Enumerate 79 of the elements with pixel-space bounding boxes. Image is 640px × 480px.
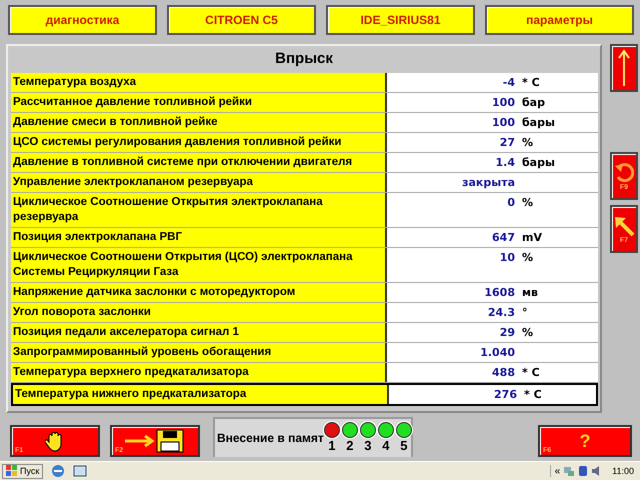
parameter-value: 10 bbox=[498, 250, 515, 265]
parameter-label: Рассчитанное давление топливной рейки bbox=[11, 93, 387, 112]
expand-tray-button[interactable]: « bbox=[554, 466, 560, 476]
parameter-unit: мв bbox=[522, 285, 538, 300]
parameter-label: ЦСО системы регулирования давления топливной рейки bbox=[11, 133, 387, 152]
scroll-up-button[interactable] bbox=[610, 44, 638, 92]
parameter-unit: mV bbox=[522, 230, 542, 245]
parameter-row[interactable]: Температура воздуха -4 * C bbox=[11, 73, 598, 93]
desktop-icon[interactable] bbox=[73, 464, 88, 478]
parameter-label: Позиция электроклапана РВГ bbox=[11, 228, 387, 247]
header-tab[interactable]: CITROEN C5 bbox=[167, 5, 316, 35]
parameter-label: Позиция педали акселератора сигнал 1 bbox=[11, 323, 387, 342]
parameter-value: 1.4 bbox=[494, 155, 515, 170]
parameter-value: -4 bbox=[502, 75, 515, 90]
parameter-unit: % bbox=[522, 250, 534, 265]
parameter-unit: бар bbox=[522, 95, 545, 110]
parameter-label: Напряжение датчика заслонки с моторедуктором bbox=[11, 283, 387, 302]
diagonal-arrow-icon bbox=[613, 214, 635, 236]
parameter-label: Угол поворота заслонки bbox=[11, 303, 387, 322]
parameter-unit: бары bbox=[522, 155, 555, 170]
parameter-value: 24.3 bbox=[486, 305, 515, 320]
parameter-row[interactable]: Управление электроклапаном резервуара закрыта bbox=[11, 173, 598, 193]
parameter-row[interactable]: Температура нижнего предкатализатора 276 * C bbox=[11, 383, 598, 406]
parameter-value: 276 bbox=[493, 387, 517, 402]
parameter-value: 0 bbox=[506, 195, 515, 210]
drive-icon[interactable] bbox=[578, 465, 588, 477]
clock: 11:00 bbox=[612, 466, 634, 476]
parameter-row[interactable]: Запрограммированный уровень обогащения 1.040 bbox=[11, 343, 598, 363]
slot-number: 5 bbox=[400, 438, 408, 454]
parameter-value: 100 bbox=[491, 115, 515, 130]
parameter-value: 27 bbox=[498, 135, 515, 150]
parameter-value: 488 bbox=[491, 365, 515, 380]
header-tab[interactable]: параметры bbox=[485, 5, 634, 35]
parameter-unit: % bbox=[522, 135, 534, 150]
parameter-row[interactable]: ЦСО системы регулирования давления топливной рейки 27 % bbox=[11, 133, 598, 153]
parameter-row[interactable]: Циклическое Соотношение Открытия электроклапана резервуара 0 % bbox=[11, 193, 598, 228]
parameter-row[interactable]: Рассчитанное давление топливной рейки 100 бар bbox=[11, 93, 598, 113]
parameter-label: Давление в топливной системе при отключении двигателя bbox=[11, 153, 387, 172]
parameter-row[interactable]: Угол поворота заслонки 24.3 ° bbox=[11, 303, 598, 323]
parameter-value: 647 bbox=[491, 230, 515, 245]
parameter-label: Управление электроклапаном резервуара bbox=[11, 173, 387, 192]
slot-number: 1 bbox=[328, 438, 336, 454]
parameter-row[interactable]: Температура верхнего предкатализатора 488 * C bbox=[11, 363, 598, 383]
parameter-label: Температура воздуха bbox=[11, 73, 387, 92]
slot-number: 3 bbox=[364, 438, 372, 454]
slot-number: 2 bbox=[346, 438, 354, 454]
parameter-unit: % bbox=[522, 195, 534, 210]
parameter-unit: * C bbox=[522, 365, 540, 380]
parameter-value: закрыта bbox=[461, 175, 515, 190]
parameter-unit: * C bbox=[524, 387, 542, 402]
start-button[interactable]: Пуск bbox=[2, 464, 44, 478]
parameter-row[interactable]: Напряжение датчика заслонки с моторедуктором 1608 мв bbox=[11, 283, 598, 303]
parameter-row[interactable]: Позиция педали акселератора сигнал 1 29 % bbox=[11, 323, 598, 343]
parameter-label: Давление смеси в топливной рейке bbox=[11, 113, 387, 132]
return-arrow-icon bbox=[614, 162, 634, 184]
parameter-unit: ° bbox=[522, 305, 528, 320]
parameter-label: Запрограммированный уровень обогащения bbox=[11, 343, 387, 362]
parameter-unit: бары bbox=[522, 115, 555, 130]
slot-number: 4 bbox=[382, 438, 390, 454]
parameter-label: Циклическое Соотношение Открытия электроклапана резервуара bbox=[11, 193, 387, 227]
parameter-value: 29 bbox=[498, 325, 515, 340]
parameter-value: 1608 bbox=[483, 285, 515, 300]
header-tab[interactable]: IDE_SIRIUS81 bbox=[326, 5, 475, 35]
panel-title: Впрыск bbox=[274, 49, 334, 69]
parameter-value: 100 bbox=[491, 95, 515, 110]
parameter-row[interactable]: Циклическое Соотношени Открытия (ЦСО) электроклапана Системы Рециркуляции Газа 10 % bbox=[11, 248, 598, 283]
parameter-label: Циклическое Соотношени Открытия (ЦСО) электроклапана Системы Рециркуляции Газа bbox=[11, 248, 387, 282]
parameter-unit: % bbox=[522, 325, 534, 340]
up-arrow-icon bbox=[617, 48, 631, 88]
parameter-row[interactable]: Позиция электроклапана РВГ 647 mV bbox=[11, 228, 598, 248]
parameter-label: Температура нижнего предкатализатора bbox=[13, 385, 389, 404]
windows-flag-icon bbox=[6, 465, 18, 477]
parameter-row[interactable]: Давление смеси в топливной рейке 100 бары bbox=[11, 113, 598, 133]
parameter-label: Температура верхнего предкатализатора bbox=[11, 363, 387, 382]
parameter-row[interactable]: Давление в топливной системе при отключении двигателя 1.4 бары bbox=[11, 153, 598, 173]
memory-label: Внесение в памят bbox=[217, 431, 324, 445]
header-tab[interactable]: диагностика bbox=[8, 5, 157, 35]
parameter-value: 1.040 bbox=[479, 345, 515, 360]
parameter-unit: * C bbox=[522, 75, 540, 90]
